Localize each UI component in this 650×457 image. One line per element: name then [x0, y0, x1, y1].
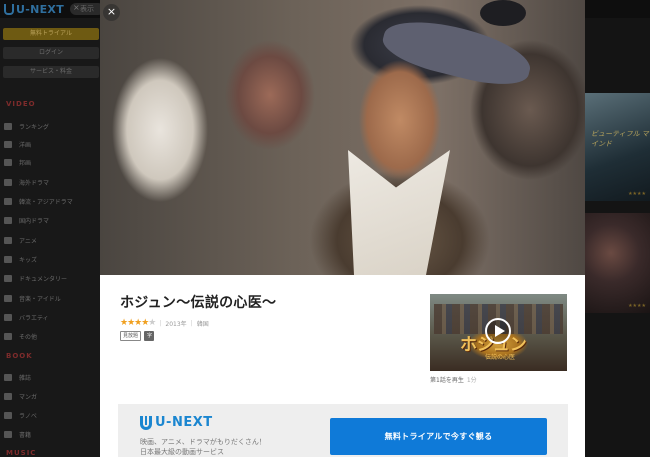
close-button[interactable]: × [103, 4, 120, 21]
sidebar-item-overseas-drama[interactable]: 海外ドラマ [4, 178, 49, 187]
sidebar-item-magazine[interactable]: 雑誌 [4, 373, 31, 382]
background-content-panel: ビューティフル マインド ★★★★ ★★★★ [585, 18, 650, 457]
sidebar-item-asian-drama[interactable]: 韓流・アジアドラマ [4, 197, 73, 206]
search-input[interactable]: 表示 [70, 3, 104, 15]
rating-stars: ★★★★ [628, 303, 646, 309]
music-icon [4, 295, 12, 302]
subtitle-badge: 字 [144, 331, 155, 341]
sidebar-item-other[interactable]: その他 [4, 332, 37, 341]
title-card[interactable]: ビューティフル マインド ★★★★ [585, 93, 650, 201]
unlimited-badge: 見放題 [120, 331, 142, 341]
sidebar-section-video: VIDEO [6, 100, 36, 108]
sidebar-item-ranking[interactable]: ランキング [4, 122, 49, 131]
film-icon [4, 159, 12, 166]
title-detail-modal: × ホジュン～伝説の心医～ ★★★★★ | 2013年 | 韓国 見放題 字 ホ… [100, 0, 585, 457]
manga-icon [4, 393, 12, 400]
play-icon[interactable] [485, 318, 511, 344]
camera-icon [4, 275, 12, 282]
tv-icon [4, 198, 12, 205]
release-year: 2013年 [165, 320, 187, 328]
book-icon [4, 431, 12, 438]
thumbnail-subtitle: 伝説の心医 [485, 354, 516, 361]
sidebar-section-music: MUSIC [6, 449, 37, 457]
sidebar-section-book: BOOK [6, 352, 33, 360]
badges: 見放題 字 [120, 331, 155, 341]
mic-icon [4, 314, 12, 321]
title-card[interactable]: ★★★★ [585, 213, 650, 313]
hero-image [100, 0, 585, 275]
sidebar: 無料トライアル ログイン サービス・料金 VIDEO ランキング 洋画 邦画 海… [0, 18, 100, 457]
sidebar-item-kids[interactable]: キッズ [4, 255, 37, 264]
promo-banner: U-NEXT 映画、アニメ、ドラマがもりだくさん！ 日本最大級の動画サービス 無… [118, 404, 568, 457]
heart-icon [4, 333, 12, 340]
crown-icon [4, 123, 12, 130]
rating-stars: ★★★★ [628, 191, 646, 197]
site-logo[interactable]: U-NEXT [4, 3, 64, 16]
sidebar-item-documentary[interactable]: ドキュメンタリー [4, 274, 67, 283]
page-title: ホジュン～伝説の心医～ [120, 295, 277, 311]
tv-icon [4, 179, 12, 186]
book-icon [4, 412, 12, 419]
sidebar-item-light-novel[interactable]: ラノベ [4, 411, 37, 420]
rating-stars: ★★★★★ [120, 318, 156, 328]
sidebar-item-manga[interactable]: マンガ [4, 392, 37, 401]
magazine-icon [4, 374, 12, 381]
film-icon [4, 141, 12, 148]
login-button[interactable]: ログイン [3, 47, 99, 59]
unext-logo-icon [140, 415, 152, 430]
title-card-label: ビューティフル マインド [591, 130, 649, 148]
sidebar-item-japanese-movies[interactable]: 邦画 [4, 158, 31, 167]
sidebar-item-western-movies[interactable]: 洋画 [4, 140, 31, 149]
episode-duration: 1分 [466, 377, 477, 384]
unext-logo: U-NEXT [140, 415, 213, 430]
sidebar-item-music-idol[interactable]: 音楽・アイドル [4, 294, 61, 303]
country: 韓国 [196, 320, 209, 328]
episode-label[interactable]: 第1話を再生 1分 [430, 375, 477, 384]
sidebar-item-books[interactable]: 書籍 [4, 430, 31, 439]
service-pricing-button[interactable]: サービス・料金 [3, 66, 99, 78]
kids-icon [4, 256, 12, 263]
episode-thumbnail[interactable]: ホジュン 伝説の心医 [430, 294, 567, 371]
promo-text: 映画、アニメ、ドラマがもりだくさん！ 日本最大級の動画サービス [140, 438, 266, 456]
free-trial-button[interactable]: 無料トライアル [3, 28, 99, 40]
title-meta: ★★★★★ | 2013年 | 韓国 [120, 318, 209, 328]
unext-logo-icon [4, 4, 14, 15]
sidebar-item-anime[interactable]: アニメ [4, 236, 37, 245]
free-trial-cta-button[interactable]: 無料トライアルで今すぐ観る [330, 418, 547, 455]
star-icon [4, 237, 12, 244]
flower-icon [4, 217, 12, 224]
sidebar-item-domestic-drama[interactable]: 国内ドラマ [4, 216, 49, 225]
sidebar-item-variety[interactable]: バラエティ [4, 313, 49, 322]
